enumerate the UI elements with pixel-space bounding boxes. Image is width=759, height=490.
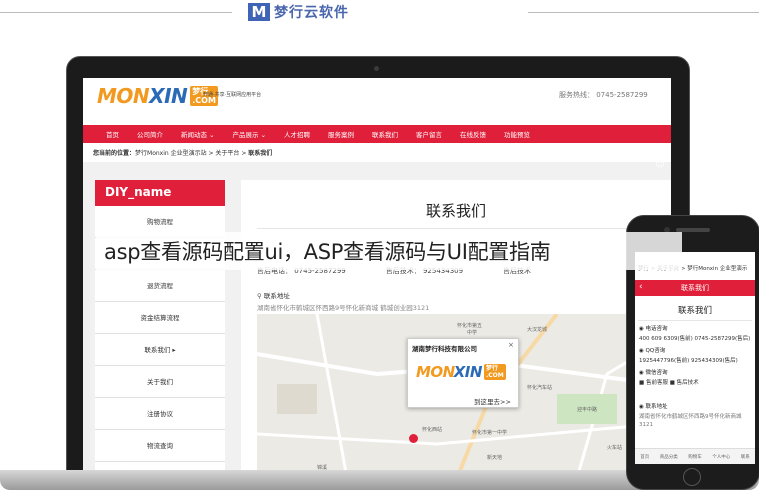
- nav-item-contact[interactable]: 联系我们: [363, 129, 407, 139]
- logo-part1: MON: [97, 84, 150, 108]
- directions-link[interactable]: 到这里去>>: [474, 396, 511, 406]
- page-title: 联系我们: [425, 202, 486, 220]
- phone-section-qq: ◉ QQ咨询: [639, 348, 666, 354]
- map-marker[interactable]: [409, 434, 418, 443]
- sidebar-item-returns[interactable]: 退货流程: [95, 270, 225, 302]
- map-label: 迎丰中路: [577, 407, 598, 413]
- phone-footer-contact[interactable]: 联系: [741, 454, 750, 460]
- address-label: 联系地址: [263, 292, 290, 300]
- phone-footer-categories[interactable]: 商品分类: [660, 454, 678, 460]
- phone-section-address: ◉ 联系地址: [639, 404, 668, 410]
- map-label: 怀化市第一中学: [472, 430, 508, 436]
- nav-item-messages[interactable]: 客户留言: [407, 129, 451, 139]
- phone-section-wechat: ◉ 微信咨询: [639, 370, 668, 376]
- breadcrumb: 您当前的位置：梦行Monxin 企业型演示站 > 关于平台 > 联系我们: [93, 148, 272, 157]
- laptop-camera: [374, 66, 379, 71]
- brand-right-rule: [528, 12, 759, 13]
- site-slogan: 开通·共享·互联网应用平台: [203, 92, 262, 98]
- nav-item-feedback[interactable]: 在线反馈: [451, 129, 495, 139]
- popup-logo-badge-sub: .COM: [485, 372, 504, 379]
- phone-numbers[interactable]: 400 609 6309(售前) 0745-2587299(售后): [639, 334, 750, 342]
- nav-item-news[interactable]: 新闻动态 ⌄: [172, 129, 224, 139]
- nav-item-products[interactable]: 产品展示 ⌄: [224, 129, 276, 139]
- logo-part2: XIN: [149, 84, 188, 108]
- map[interactable]: 怀化市第五 中学 大汉龙城 怀化汽车站 怀化西站 怀化市第一中学 新天地 迎丰中…: [257, 314, 657, 478]
- sidebar-item-settlement[interactable]: 资金结算流程: [95, 302, 225, 334]
- phone-title-bar: ‹ 联系我们: [635, 280, 755, 296]
- breadcrumb-current: 联系我们: [248, 150, 273, 157]
- close-icon[interactable]: ×: [508, 341, 514, 349]
- phone-wechat-items[interactable]: ■ 售前客服 ■ 售后技术: [639, 378, 699, 386]
- popup-title: 湖南梦行科技有限公司: [412, 345, 477, 353]
- phone-section-phone: ◉ 电话咨询: [639, 326, 668, 332]
- phone-divider: [638, 320, 752, 321]
- map-label: 新天地: [487, 455, 503, 461]
- map-label: 怀化汽车站: [527, 385, 553, 391]
- popup-logo: MON XIN 梦行 .COM: [416, 363, 506, 381]
- sidebar-item-logistics[interactable]: 物流查询: [95, 430, 225, 462]
- nav-item-jobs[interactable]: 人才招聘: [275, 129, 319, 139]
- sidebar: DIY_name 购物流程 退货流程 资金结算流程 联系我们 ▸ 关于我们 注册…: [95, 180, 225, 478]
- popup-logo-badge-text: 梦行: [485, 365, 498, 372]
- phone-qq-numbers[interactable]: 1925447796(售前) 925434309(售后): [639, 356, 738, 364]
- phone-page-title: 联系我们: [677, 306, 712, 316]
- sidebar-item-agreement[interactable]: 注册协议: [95, 398, 225, 430]
- breadcrumb-prefix: 您当前的位置：: [93, 150, 136, 157]
- map-label: 中学: [467, 330, 478, 336]
- map-label: 火车站: [607, 445, 623, 451]
- nav-item-cases[interactable]: 服务案例: [319, 129, 363, 139]
- popup-logo-part2: XIN: [453, 363, 483, 381]
- map-popup: 湖南梦行科技有限公司 × MON XIN 梦行 .COM 到这里去>>: [407, 338, 519, 408]
- map-label: 怀化市第五: [457, 323, 483, 329]
- main-nav: 首页 公司简介 新闻动态 ⌄ 产品展示 ⌄ 人才招聘 服务案例 联系我们 客户留…: [83, 125, 671, 143]
- title-divider: [257, 228, 657, 229]
- phone-footer-nav: 首页 商品分类 购物车 个人中心 联系: [635, 448, 755, 464]
- phone-footer-account[interactable]: 个人中心: [712, 454, 730, 460]
- address-value: 湖南省怀化市鹤城区怀西路9号怀化新商城 鹤城创业园3121: [257, 304, 430, 312]
- headline: asp查看源码配置ui，ASP查看源码与UI配置指南: [104, 240, 551, 264]
- brand-text: 梦行云软件: [274, 5, 349, 21]
- breadcrumb-path[interactable]: 梦行Monxin 企业型演示站 > 关于平台 >: [135, 150, 248, 157]
- popup-logo-badge: 梦行 .COM: [483, 364, 506, 380]
- phone-screen: 梦行 > 关于平台 > 梦行Monxin 企业型演示 ‹ 联系我们 联系我们 ◉…: [635, 252, 755, 464]
- phone-address-line2: 3121: [639, 422, 653, 428]
- phone-home-button[interactable]: [683, 468, 701, 486]
- map-label: 怀化西站: [422, 427, 443, 433]
- nav-item-preview[interactable]: 功能预览: [495, 129, 539, 139]
- nav-item-home[interactable]: 首页: [97, 129, 128, 139]
- chat-icon[interactable]: ☺: [653, 158, 667, 172]
- address-heading: ⚲ 联系地址: [257, 290, 290, 300]
- message-icon[interactable]: ▭: [653, 186, 667, 200]
- sidebar-title: DIY_name: [95, 180, 225, 206]
- map-label: 大汉龙城: [527, 327, 548, 333]
- popup-logo-part1: MON: [416, 363, 455, 381]
- brand-logo: M 梦行云软件: [248, 2, 378, 22]
- site-logo[interactable]: MON XIN 梦行 .COM: [97, 84, 218, 108]
- sidebar-item-contact[interactable]: 联系我们 ▸: [95, 334, 225, 366]
- laptop-screen: MON XIN 梦行 .COM 开通·共享·互联网应用平台 服务热线： 0745-2…: [83, 78, 671, 478]
- nav-item-about[interactable]: 公司简介: [128, 129, 172, 139]
- phone-bar-title: 联系我们: [681, 284, 709, 292]
- phone-footer-cart[interactable]: 购物车: [688, 454, 702, 460]
- phone-footer-home[interactable]: 首页: [640, 454, 649, 460]
- main-content: 联系我们 售后电话： 0745-2587299 售后技术： 925434309 …: [241, 180, 671, 478]
- brand-left-rule: [0, 12, 232, 13]
- site-phone: 服务热线： 0745-2587299: [559, 91, 648, 99]
- map-pin-icon: ⚲: [257, 292, 264, 300]
- sidebar-item-about[interactable]: 关于我们: [95, 366, 225, 398]
- brand-mark: M: [248, 3, 270, 21]
- phone-address-line1: 湖南省怀化市鹤城区怀西路9号怀化新商城: [639, 414, 742, 420]
